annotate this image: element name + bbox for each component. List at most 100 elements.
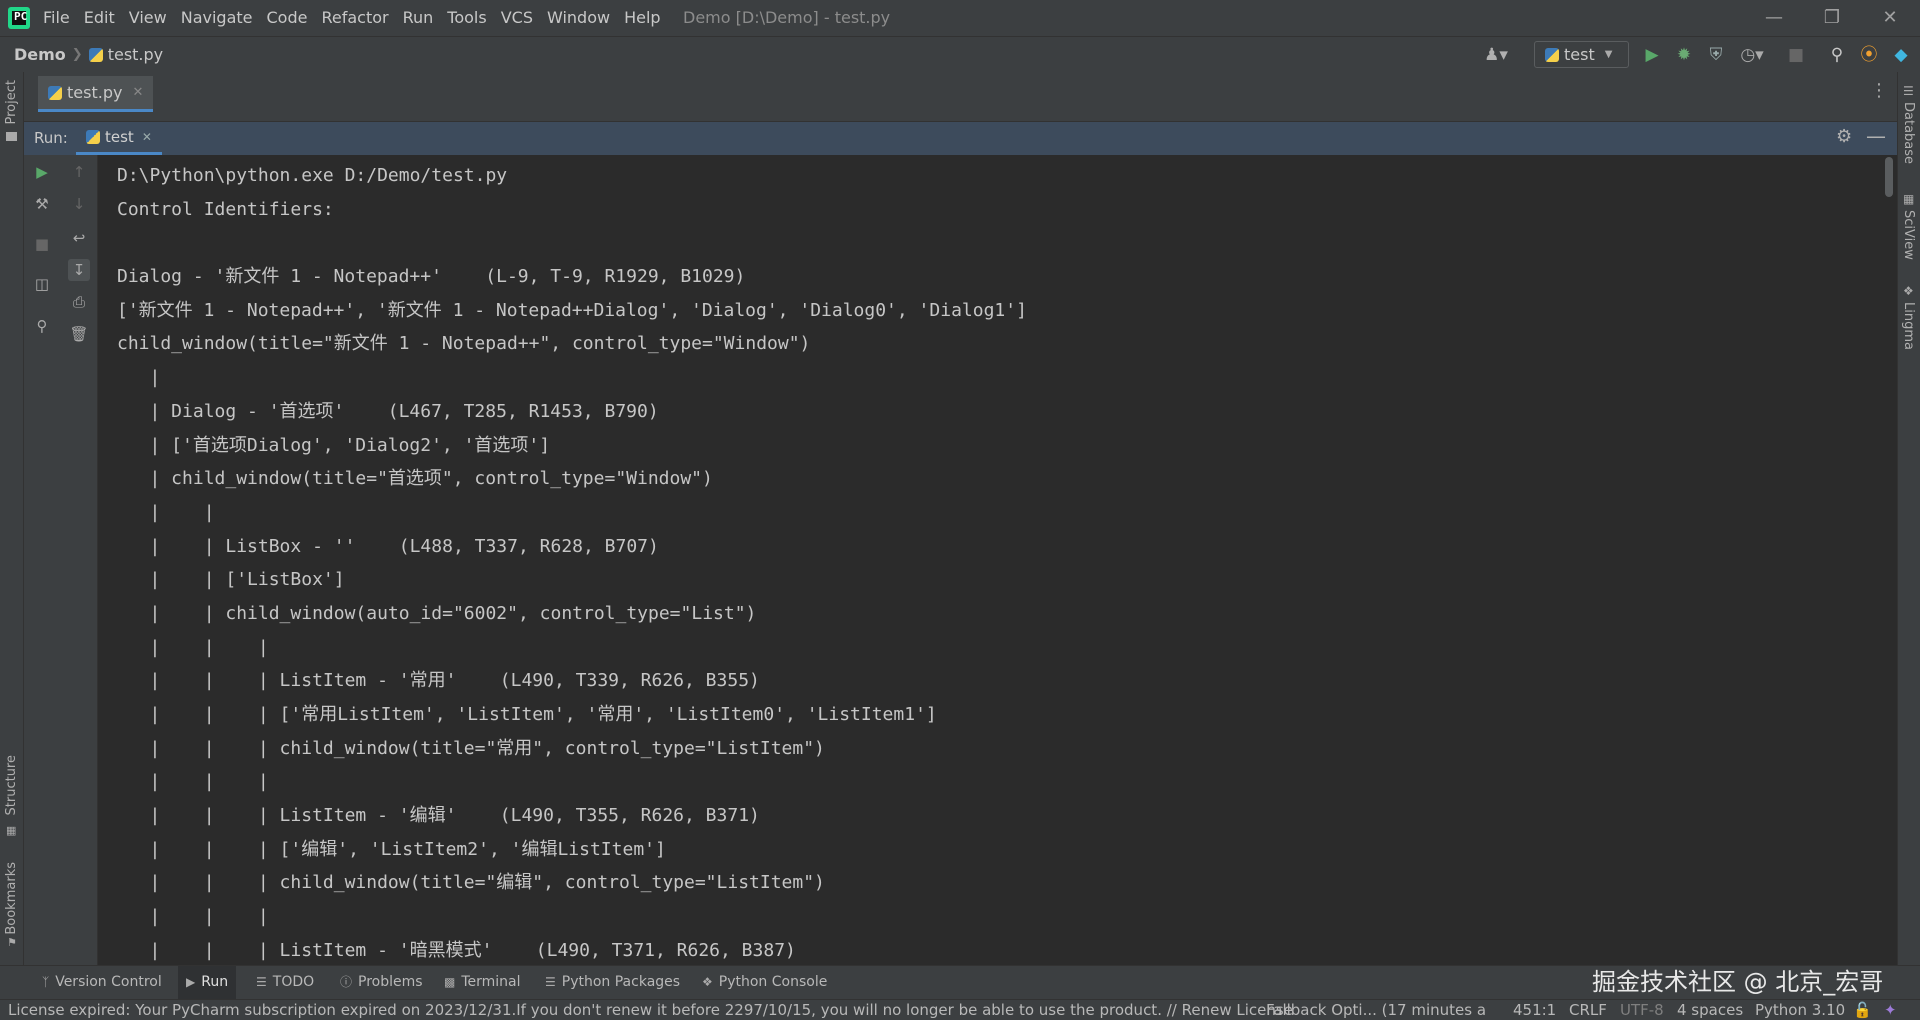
status-bar: License expired: Your PyCharm subscripti… xyxy=(0,999,1920,1020)
python-file-icon xyxy=(48,85,62,100)
minimize-button[interactable]: — xyxy=(1745,0,1803,36)
project-tool-button[interactable]: Project xyxy=(4,80,19,124)
run-icon: ▶ xyxy=(186,975,196,989)
tab-problems[interactable]: ⓘ Problems xyxy=(340,966,423,999)
console-line: | | | child_window(title="常用", control_t… xyxy=(117,737,825,759)
sciview-icon: ▦ xyxy=(1903,192,1915,206)
menu-tools[interactable]: Tools xyxy=(440,0,493,36)
console-output[interactable]: D:\Python\python.exe D:/Demo/test.py Con… xyxy=(98,155,1880,965)
restore-button[interactable]: ❐ xyxy=(1803,0,1861,36)
close-icon: ✕ xyxy=(1882,7,1898,28)
python-file-icon xyxy=(1545,47,1559,62)
run-tool-window-header: Run: test ✕ ⚙ — xyxy=(24,122,1897,155)
console-line: | | ListBox - '' (L488, T337, R628, B707… xyxy=(117,535,659,557)
gear-icon[interactable]: ⚙ xyxy=(1836,126,1852,147)
tab-label: TODO xyxy=(272,974,315,990)
assistant-icon[interactable]: ✦ xyxy=(1884,1000,1897,1020)
wrench-icon[interactable]: ⚒ xyxy=(31,193,53,215)
menu-navigate[interactable]: Navigate xyxy=(174,0,260,36)
trash-icon[interactable]: 🗑 xyxy=(68,323,90,345)
scroll-to-end-icon[interactable]: ↧ xyxy=(68,259,90,281)
menu-help[interactable]: Help xyxy=(617,0,667,36)
menu-refactor[interactable]: Refactor xyxy=(314,0,395,36)
right-tool-strip: ☰ Database ▦ SciView ❖ Lingma xyxy=(1897,72,1920,965)
menu-view[interactable]: View xyxy=(122,0,174,36)
console-line: child_window(title="新文件 1 - Notepad++", … xyxy=(117,333,811,355)
tab-python-packages[interactable]: ☰ Python Packages xyxy=(545,966,680,999)
arrow-up-icon[interactable]: ↑ xyxy=(68,161,90,183)
left-tool-strip: Project Structure ▦ Bookmarks ⚑ xyxy=(0,72,24,965)
console-actions-toolbar: ↑ ↓ ↩ ↧ ⎙ 🗑 xyxy=(60,155,98,965)
account-icon[interactable]: ♟▾ xyxy=(1478,41,1514,69)
print-icon[interactable]: ⎙ xyxy=(68,291,90,313)
editor-tab-test-py[interactable]: test.py ✕ xyxy=(38,76,154,112)
menu-file[interactable]: File xyxy=(36,0,77,36)
lock-icon[interactable]: 🔓 xyxy=(1853,1000,1872,1020)
database-tool-button[interactable]: Database xyxy=(1901,102,1916,164)
run-tab-test[interactable]: test ✕ xyxy=(76,122,162,155)
pin-icon[interactable]: ⚲ xyxy=(31,315,53,337)
close-tab-icon[interactable]: ✕ xyxy=(142,130,152,144)
menu-window[interactable]: Window xyxy=(540,0,617,36)
close-tab-icon[interactable]: ✕ xyxy=(132,85,143,100)
chevron-right-icon: ❯ xyxy=(71,47,83,62)
console-line: | | | ['常用ListItem', 'ListItem', '常用', '… xyxy=(117,704,937,725)
tab-python-console[interactable]: ❖ Python Console xyxy=(702,966,827,999)
status-fallback[interactable]: Fallback Opti... (17 minutes a xyxy=(1266,1000,1486,1020)
watermark: 掘金技术社区 @ 北京_宏哥 xyxy=(1592,968,1884,996)
stop-icon[interactable]: ■ xyxy=(1782,41,1810,69)
database-icon: ☰ xyxy=(1903,84,1914,98)
tab-label: Python Console xyxy=(718,974,828,990)
console-scrollbar[interactable] xyxy=(1882,155,1895,965)
tab-terminal[interactable]: ▩ Terminal xyxy=(444,966,521,999)
layout-icon[interactable]: ◫ xyxy=(31,273,53,295)
file-encoding[interactable]: UTF-8 xyxy=(1620,1000,1664,1020)
python-interpreter[interactable]: Python 3.10 xyxy=(1755,1000,1845,1020)
problems-icon: ⓘ xyxy=(340,975,353,989)
folder-icon xyxy=(6,132,17,141)
close-window-button[interactable]: ✕ xyxy=(1861,0,1919,36)
console-line: | | child_window(auto_id="6002", control… xyxy=(117,602,757,624)
menu-edit[interactable]: Edit xyxy=(77,0,122,36)
sciview-tool-button[interactable]: SciView xyxy=(1901,210,1916,260)
console-line: | | | xyxy=(117,636,269,658)
list-icon: ☰ xyxy=(256,975,267,989)
menu-run[interactable]: Run xyxy=(396,0,441,36)
more-vertical-icon[interactable]: ⋮ xyxy=(1870,80,1888,101)
console-line: | | | ['编辑', 'ListItem2', '编辑ListItem'] xyxy=(117,838,666,860)
bookmarks-tool-button[interactable]: Bookmarks xyxy=(4,862,19,935)
tab-run[interactable]: ▶ Run xyxy=(178,966,237,999)
debug-icon[interactable]: ✹ xyxy=(1670,41,1698,69)
scrollbar-thumb[interactable] xyxy=(1885,157,1893,197)
arrow-down-icon[interactable]: ↓ xyxy=(68,193,90,215)
indent-setting[interactable]: 4 spaces xyxy=(1677,1000,1743,1020)
breadcrumb-file[interactable]: test.py xyxy=(108,45,163,64)
lingma-tool-button[interactable]: Lingma xyxy=(1901,302,1916,350)
coverage-icon[interactable]: ⛨ xyxy=(1702,41,1730,69)
console-line: | | | child_window(title="编辑", control_t… xyxy=(117,872,825,894)
profile-icon[interactable]: ◷▾ xyxy=(1732,41,1772,69)
tab-todo[interactable]: ☰ TODO xyxy=(256,966,314,999)
search-icon[interactable]: ⚲ xyxy=(1823,41,1851,69)
menu-code[interactable]: Code xyxy=(260,0,315,36)
soft-wrap-icon[interactable]: ↩ xyxy=(68,227,90,249)
menu-vcs[interactable]: VCS xyxy=(494,0,540,36)
run-configuration-select[interactable]: test ▼ xyxy=(1534,41,1629,68)
breadcrumb-project[interactable]: Demo xyxy=(14,45,66,64)
hide-panel-icon[interactable]: — xyxy=(1866,124,1886,148)
tab-version-control[interactable]: ᛉ Version Control xyxy=(42,966,162,999)
packages-icon: ☰ xyxy=(545,975,556,989)
run-icon[interactable]: ▶ xyxy=(1638,41,1666,69)
rerun-icon[interactable]: ▶ xyxy=(31,161,53,183)
branch-icon: ᛉ xyxy=(42,975,50,989)
update-icon[interactable]: ⦿ xyxy=(1855,41,1883,69)
console-line: Dialog - '新文件 1 - Notepad++' (L-9, T-9, … xyxy=(117,266,746,288)
console-line: | | xyxy=(117,501,215,523)
caret-position[interactable]: 451:1 xyxy=(1513,1000,1556,1020)
stop-icon[interactable]: ■ xyxy=(31,233,53,255)
structure-tool-button[interactable]: Structure xyxy=(4,755,19,815)
status-message[interactable]: License expired: Your PyCharm subscripti… xyxy=(8,1000,1293,1020)
line-separator[interactable]: CRLF xyxy=(1569,1000,1607,1020)
title-bar: PC File Edit View Navigate Code Refactor… xyxy=(0,0,1920,36)
plugin-icon[interactable]: ◆ xyxy=(1887,41,1915,69)
